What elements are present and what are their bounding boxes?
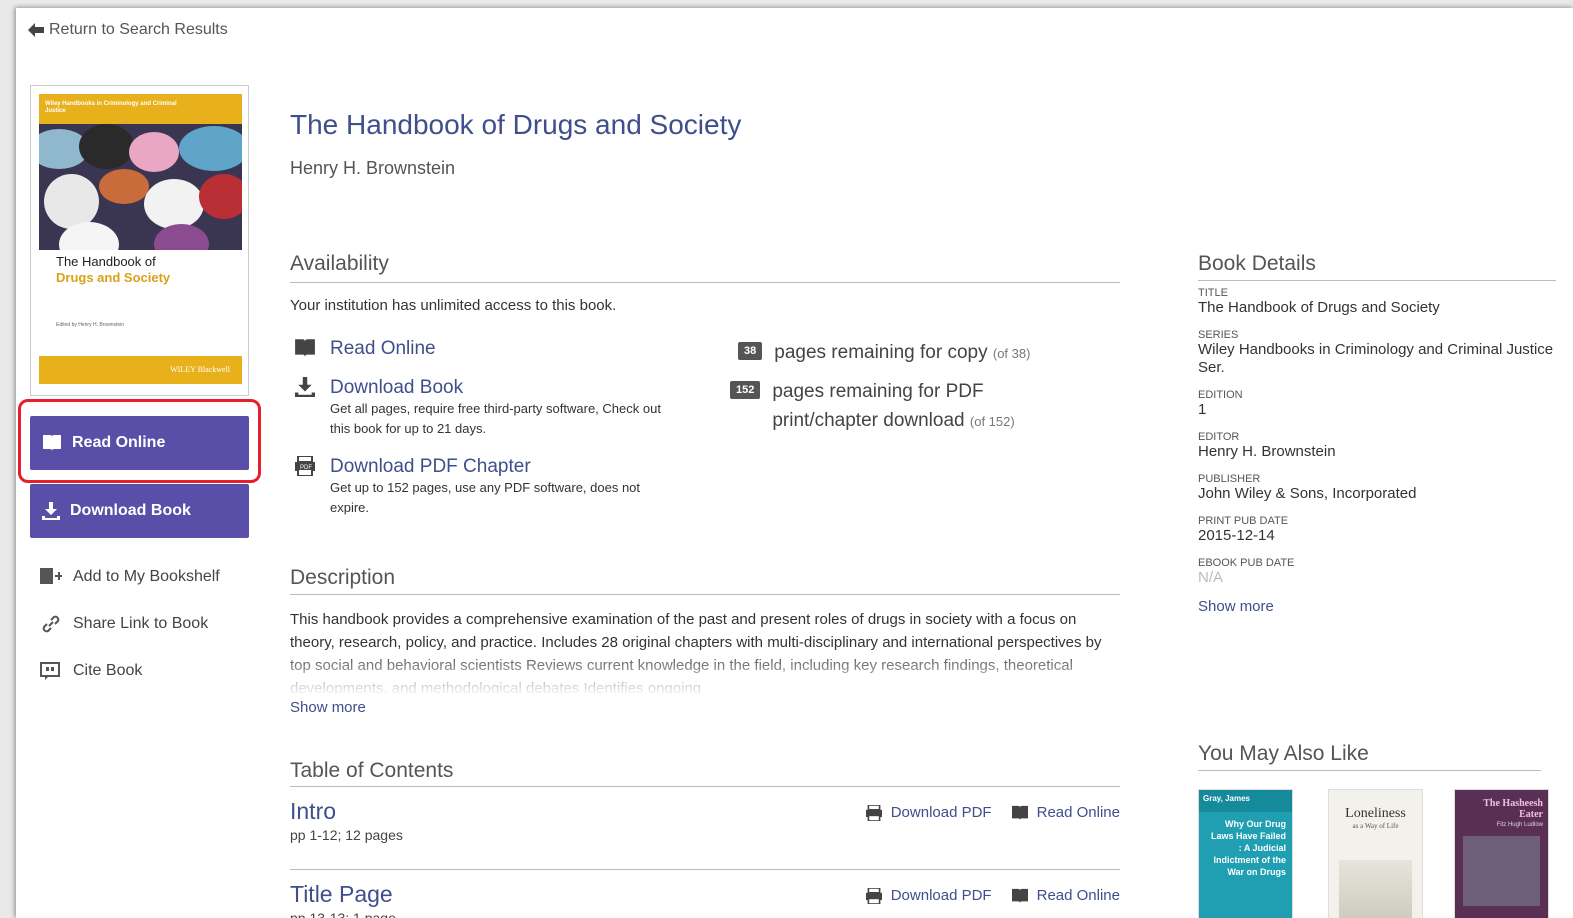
recommended-book[interactable]: Gray, James Why Our Drug Laws Have Faile… (1198, 789, 1293, 918)
option-download-book-label[interactable]: Download Book (330, 377, 675, 399)
bookshelf-add-icon (40, 567, 62, 584)
option-download-pdf-chapter[interactable]: PDF Download PDF Chapter Get up to 152 p… (294, 456, 675, 518)
detail-value: John Wiley & Sons, Incorporated (1198, 485, 1417, 502)
rec-book-subtitle: as a Way of Life (1352, 822, 1399, 830)
book-detail-page: Return to Search Results Wiley Handbooks… (16, 8, 1573, 918)
book-details-heading: Book Details (1198, 252, 1316, 275)
pdf-icon (865, 887, 882, 904)
toc-read-online-button[interactable]: Read Online (1010, 887, 1120, 904)
details-show-more[interactable]: Show more (1198, 598, 1556, 615)
also-like-section: You May Also Like Gray, James Why Our Dr… (1198, 742, 1549, 918)
recommended-book[interactable]: The Hasheesh Eater Fitz Hugh Ludlow (1454, 789, 1549, 918)
toc-item: Title Page pp 13-13; 1 page Download PDF… (290, 881, 1120, 918)
book-title: The Handbook of Drugs and Society (290, 109, 742, 140)
detail-label: Publisher (1198, 473, 1261, 485)
detail-label: Editor (1198, 431, 1240, 443)
add-bookshelf-link[interactable]: Add to My Bookshelf (40, 553, 220, 600)
book-icon (1011, 805, 1028, 820)
detail-label: Title (1198, 287, 1228, 299)
option-read-online[interactable]: Read Online (294, 338, 436, 360)
option-download-book[interactable]: Download Book Get all pages, require fre… (294, 377, 675, 439)
cite-book-link[interactable]: Cite Book (40, 647, 220, 694)
read-online-label: Read Online (72, 434, 166, 451)
detail-label: Print Pub Date (1198, 515, 1289, 527)
rec-book-title: Loneliness (1345, 806, 1406, 821)
toc-rule (290, 786, 1120, 787)
availability-rule (290, 282, 1120, 283)
pdf-count-badge: 152 (730, 381, 761, 399)
recommended-book[interactable]: Loneliness as a Way of Life (1328, 789, 1423, 918)
toc-item-pages: pp 1-12; 12 pages (290, 827, 403, 843)
share-link[interactable]: Share Link to Book (40, 600, 220, 647)
detail-value: Wiley Handbooks in Criminology and Crimi… (1198, 341, 1554, 376)
description-fade (290, 648, 1120, 694)
book-details-panel: Book Details Title The Handbook of Drugs… (1198, 252, 1556, 615)
toc-read-online-button[interactable]: Read Online (1010, 804, 1120, 821)
book-icon (1011, 888, 1028, 903)
read-online-button[interactable]: Read Online (30, 416, 249, 470)
copy-count-badge: 38 (738, 342, 763, 360)
toc-row-rule (290, 869, 1120, 870)
toc-item-pages: pp 13-13; 1 page (290, 910, 396, 918)
rec-book-title: Why Our Drug Laws Have Failed : A Judici… (1210, 819, 1286, 877)
detail-value: 2015-12-14 (1198, 527, 1275, 544)
availability-note: Your institution has unlimited access to… (290, 297, 617, 314)
detail-value: The Handbook of Drugs and Society (1198, 299, 1440, 316)
rec-book-title: The Hasheesh Eater (1483, 798, 1543, 820)
book-author[interactable]: Henry H. Brownstein (290, 158, 455, 179)
detail-label: Series (1198, 329, 1239, 341)
detail-label: Edition (1198, 389, 1243, 401)
detail-value: Henry H. Brownstein (1198, 443, 1336, 460)
cover-series-text: Wiley Handbooks in Criminology and Crimi… (45, 101, 177, 114)
toc-item: Intro pp 1-12; 12 pages Download PDF Rea… (290, 798, 1120, 843)
book-icon (295, 339, 315, 357)
description-show-more[interactable]: Show more (290, 699, 366, 716)
cover-editor: Edited by Henry H. Brownstein (56, 322, 125, 328)
toc-download-pdf-button[interactable]: Download PDF (864, 887, 992, 904)
book-cover: Wiley Handbooks in Criminology and Crimi… (30, 85, 249, 396)
download-icon (42, 502, 60, 520)
side-actions: Add to My Bookshelf Share Link to Book C… (40, 553, 220, 694)
detail-value: 1 (1198, 401, 1207, 418)
pdf-pages-remaining: 152 pages remaining for PDF print/chapte… (730, 377, 1015, 436)
also-like-heading: You May Also Like (1198, 742, 1369, 765)
copy-pages-remaining: 38 pages remaining for copy (of 38) (738, 338, 1030, 368)
download-book-label: Download Book (70, 502, 191, 519)
pdf-icon (865, 804, 882, 821)
rec-book-author: Gray, James (1199, 790, 1292, 812)
book-icon (43, 435, 61, 451)
quote-icon (40, 661, 60, 680)
toc-download-pdf-button[interactable]: Download PDF (864, 804, 992, 821)
availability-heading: Availability (290, 252, 389, 275)
download-icon (295, 377, 315, 397)
cover-publisher: WILEY Blackwell (170, 365, 230, 374)
option-download-book-desc: Get all pages, require free third-party … (330, 401, 661, 436)
return-label: Return to Search Results (49, 21, 228, 38)
option-download-pdf-desc: Get up to 152 pages, use any PDF softwar… (330, 480, 641, 515)
description-rule (290, 594, 1120, 595)
svg-text:PDF: PDF (300, 465, 312, 471)
option-read-online-label[interactable]: Read Online (330, 338, 436, 360)
detail-label: eBook Pub Date (1198, 557, 1295, 569)
rec-book-author: Fitz Hugh Ludlow (1496, 822, 1543, 828)
pdf-icon: PDF (295, 456, 315, 476)
cover-artwork (39, 124, 242, 250)
toc-heading: Table of Contents (290, 759, 454, 782)
download-book-button[interactable]: Download Book (30, 484, 249, 538)
return-to-search-link[interactable]: Return to Search Results (28, 21, 228, 39)
description-heading: Description (290, 566, 396, 589)
option-download-pdf-label[interactable]: Download PDF Chapter (330, 456, 675, 478)
arrow-left-icon (28, 23, 44, 37)
link-icon (42, 615, 60, 632)
detail-value: N/A (1198, 569, 1224, 586)
cover-title: The Handbook of Drugs and Society (56, 254, 171, 285)
